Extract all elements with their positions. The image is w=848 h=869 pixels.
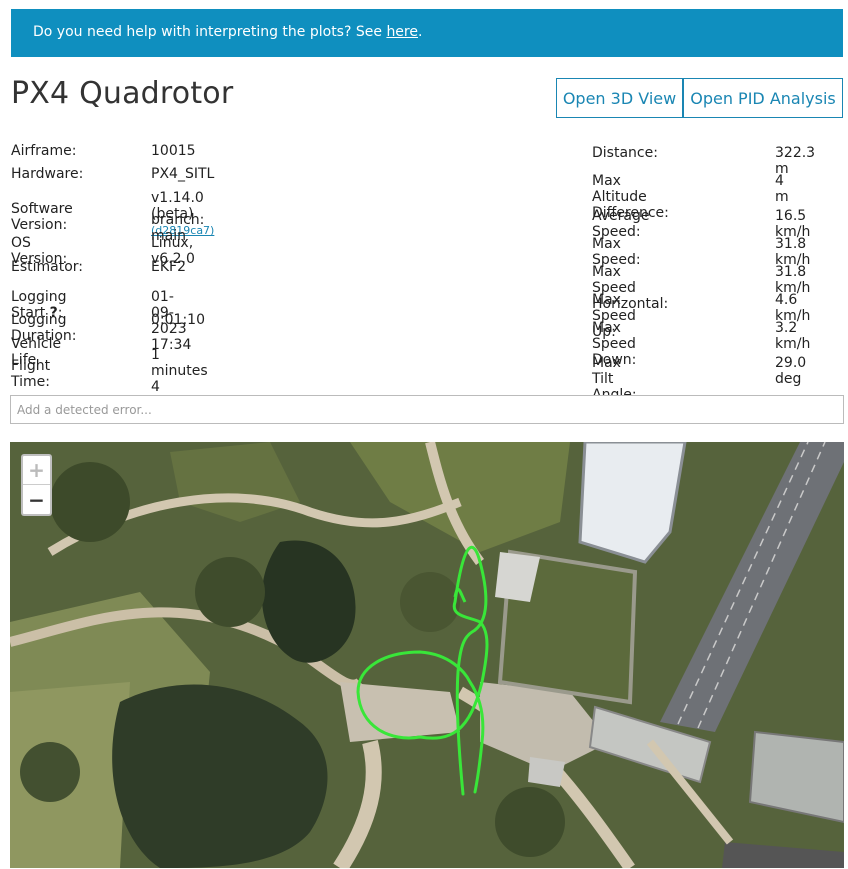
logging-duration-value: 0:01:10 — [151, 312, 205, 328]
zoom-in-button[interactable]: + — [23, 456, 50, 485]
map-zoom-control: + − — [21, 454, 52, 516]
estimator-value: EKF2 — [151, 259, 186, 275]
help-banner-suffix: . — [418, 24, 423, 40]
airframe-value: 10015 — [151, 143, 196, 159]
open-pid-analysis-button[interactable]: Open PID Analysis — [683, 78, 843, 118]
help-link[interactable]: here — [386, 24, 418, 40]
distance-label: Distance: — [592, 145, 658, 161]
vehicle-life-label-line2: Flight Time: — [11, 358, 51, 390]
airframe-label: Airframe: — [11, 143, 77, 159]
zoom-out-button[interactable]: − — [23, 485, 50, 514]
hardware-label: Hardware: — [11, 166, 84, 182]
page-title: PX4 Quadrotor — [11, 76, 234, 111]
max-speed-down-value: 3.2 km/h — [775, 320, 811, 352]
estimator-label: Estimator: — [11, 259, 84, 275]
max-altitude-value: 4 m — [775, 173, 789, 205]
help-banner: Do you need help with interpreting the p… — [11, 9, 843, 57]
detected-error-input[interactable] — [10, 395, 844, 424]
software-label: Software Version: — [11, 201, 73, 233]
flight-map[interactable]: + − — [10, 442, 844, 868]
hardware-value: PX4_SITL — [151, 166, 215, 182]
help-banner-text: Do you need help with interpreting the p… — [33, 24, 387, 40]
map-imagery — [10, 442, 844, 868]
max-tilt-value: 29.0 deg — [775, 355, 807, 387]
open-3d-view-button[interactable]: Open 3D View — [556, 78, 683, 118]
